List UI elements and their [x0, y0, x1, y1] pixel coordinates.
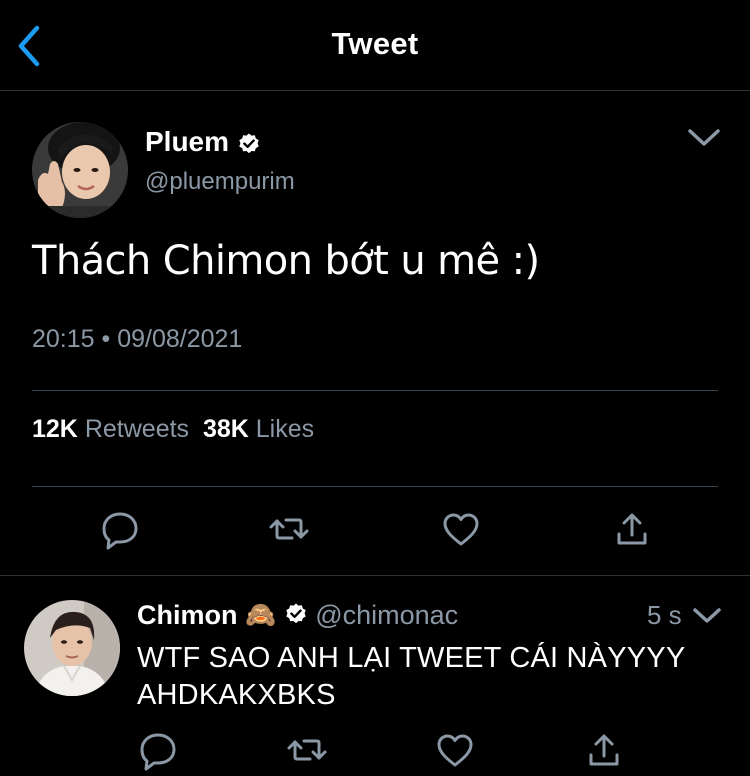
- retweet-button[interactable]: [268, 508, 310, 550]
- author-avatar[interactable]: [32, 122, 128, 218]
- verified-badge-icon: [237, 132, 261, 156]
- chevron-down-icon: [693, 608, 721, 623]
- reply-button[interactable]: [99, 508, 141, 550]
- share-button[interactable]: [611, 508, 653, 550]
- divider: [32, 390, 718, 391]
- divider: [32, 486, 718, 487]
- retweets-link[interactable]: 12K Retweets: [32, 415, 189, 443]
- retweet-icon: [287, 739, 327, 761]
- chevron-down-icon: [688, 129, 720, 146]
- like-icon: [443, 513, 479, 546]
- reply-time: 5 s: [647, 600, 682, 630]
- avatar-image: [32, 122, 128, 218]
- author-name[interactable]: Pluem: [145, 126, 229, 158]
- share-icon: [589, 734, 619, 766]
- author-handle[interactable]: @pluempurim: [145, 168, 295, 196]
- reply-text: WTF SAO ANH LẠI TWEET CÁI NÀYYYY AHDKAKX…: [137, 642, 685, 711]
- reply-author-name[interactable]: Chimon: [137, 600, 238, 630]
- reply-like-button[interactable]: [434, 729, 476, 771]
- retweets-count: 12K: [32, 415, 78, 443]
- emoji: 🙈: [245, 601, 277, 629]
- retweet-icon: [269, 518, 309, 540]
- avatar-image: [24, 600, 120, 696]
- page-title: Tweet: [331, 26, 419, 61]
- reply-author-avatar[interactable]: [24, 600, 120, 696]
- reply-retweet-button[interactable]: [286, 729, 328, 771]
- tweet-stats: 12K Retweets 38K Likes: [32, 415, 314, 444]
- reply-more-options-button[interactable]: [692, 603, 722, 629]
- likes-link[interactable]: 38K Likes: [203, 415, 314, 443]
- verified-badge-icon: [284, 602, 308, 633]
- retweets-label: Retweets: [84, 415, 190, 443]
- reply-icon: [102, 512, 138, 550]
- divider: [0, 575, 750, 576]
- like-button[interactable]: [440, 508, 482, 550]
- likes-count: 38K: [202, 415, 249, 443]
- reply-reply-button[interactable]: [137, 729, 179, 771]
- more-options-button[interactable]: [686, 124, 722, 152]
- like-icon: [437, 734, 473, 767]
- tweet-text: Thách Chimon bớt u mê :): [32, 238, 540, 284]
- share-icon: [617, 513, 647, 545]
- tweet-timestamp: 20:15 • 09/08/2021: [32, 325, 243, 353]
- likes-label: Likes: [255, 415, 315, 443]
- reply-icon: [140, 733, 176, 771]
- reply-share-button[interactable]: [583, 729, 625, 771]
- reply-author-handle[interactable]: @chimonac: [315, 600, 458, 630]
- reply-header: Chimon 🙈 @chimonac: [137, 600, 458, 633]
